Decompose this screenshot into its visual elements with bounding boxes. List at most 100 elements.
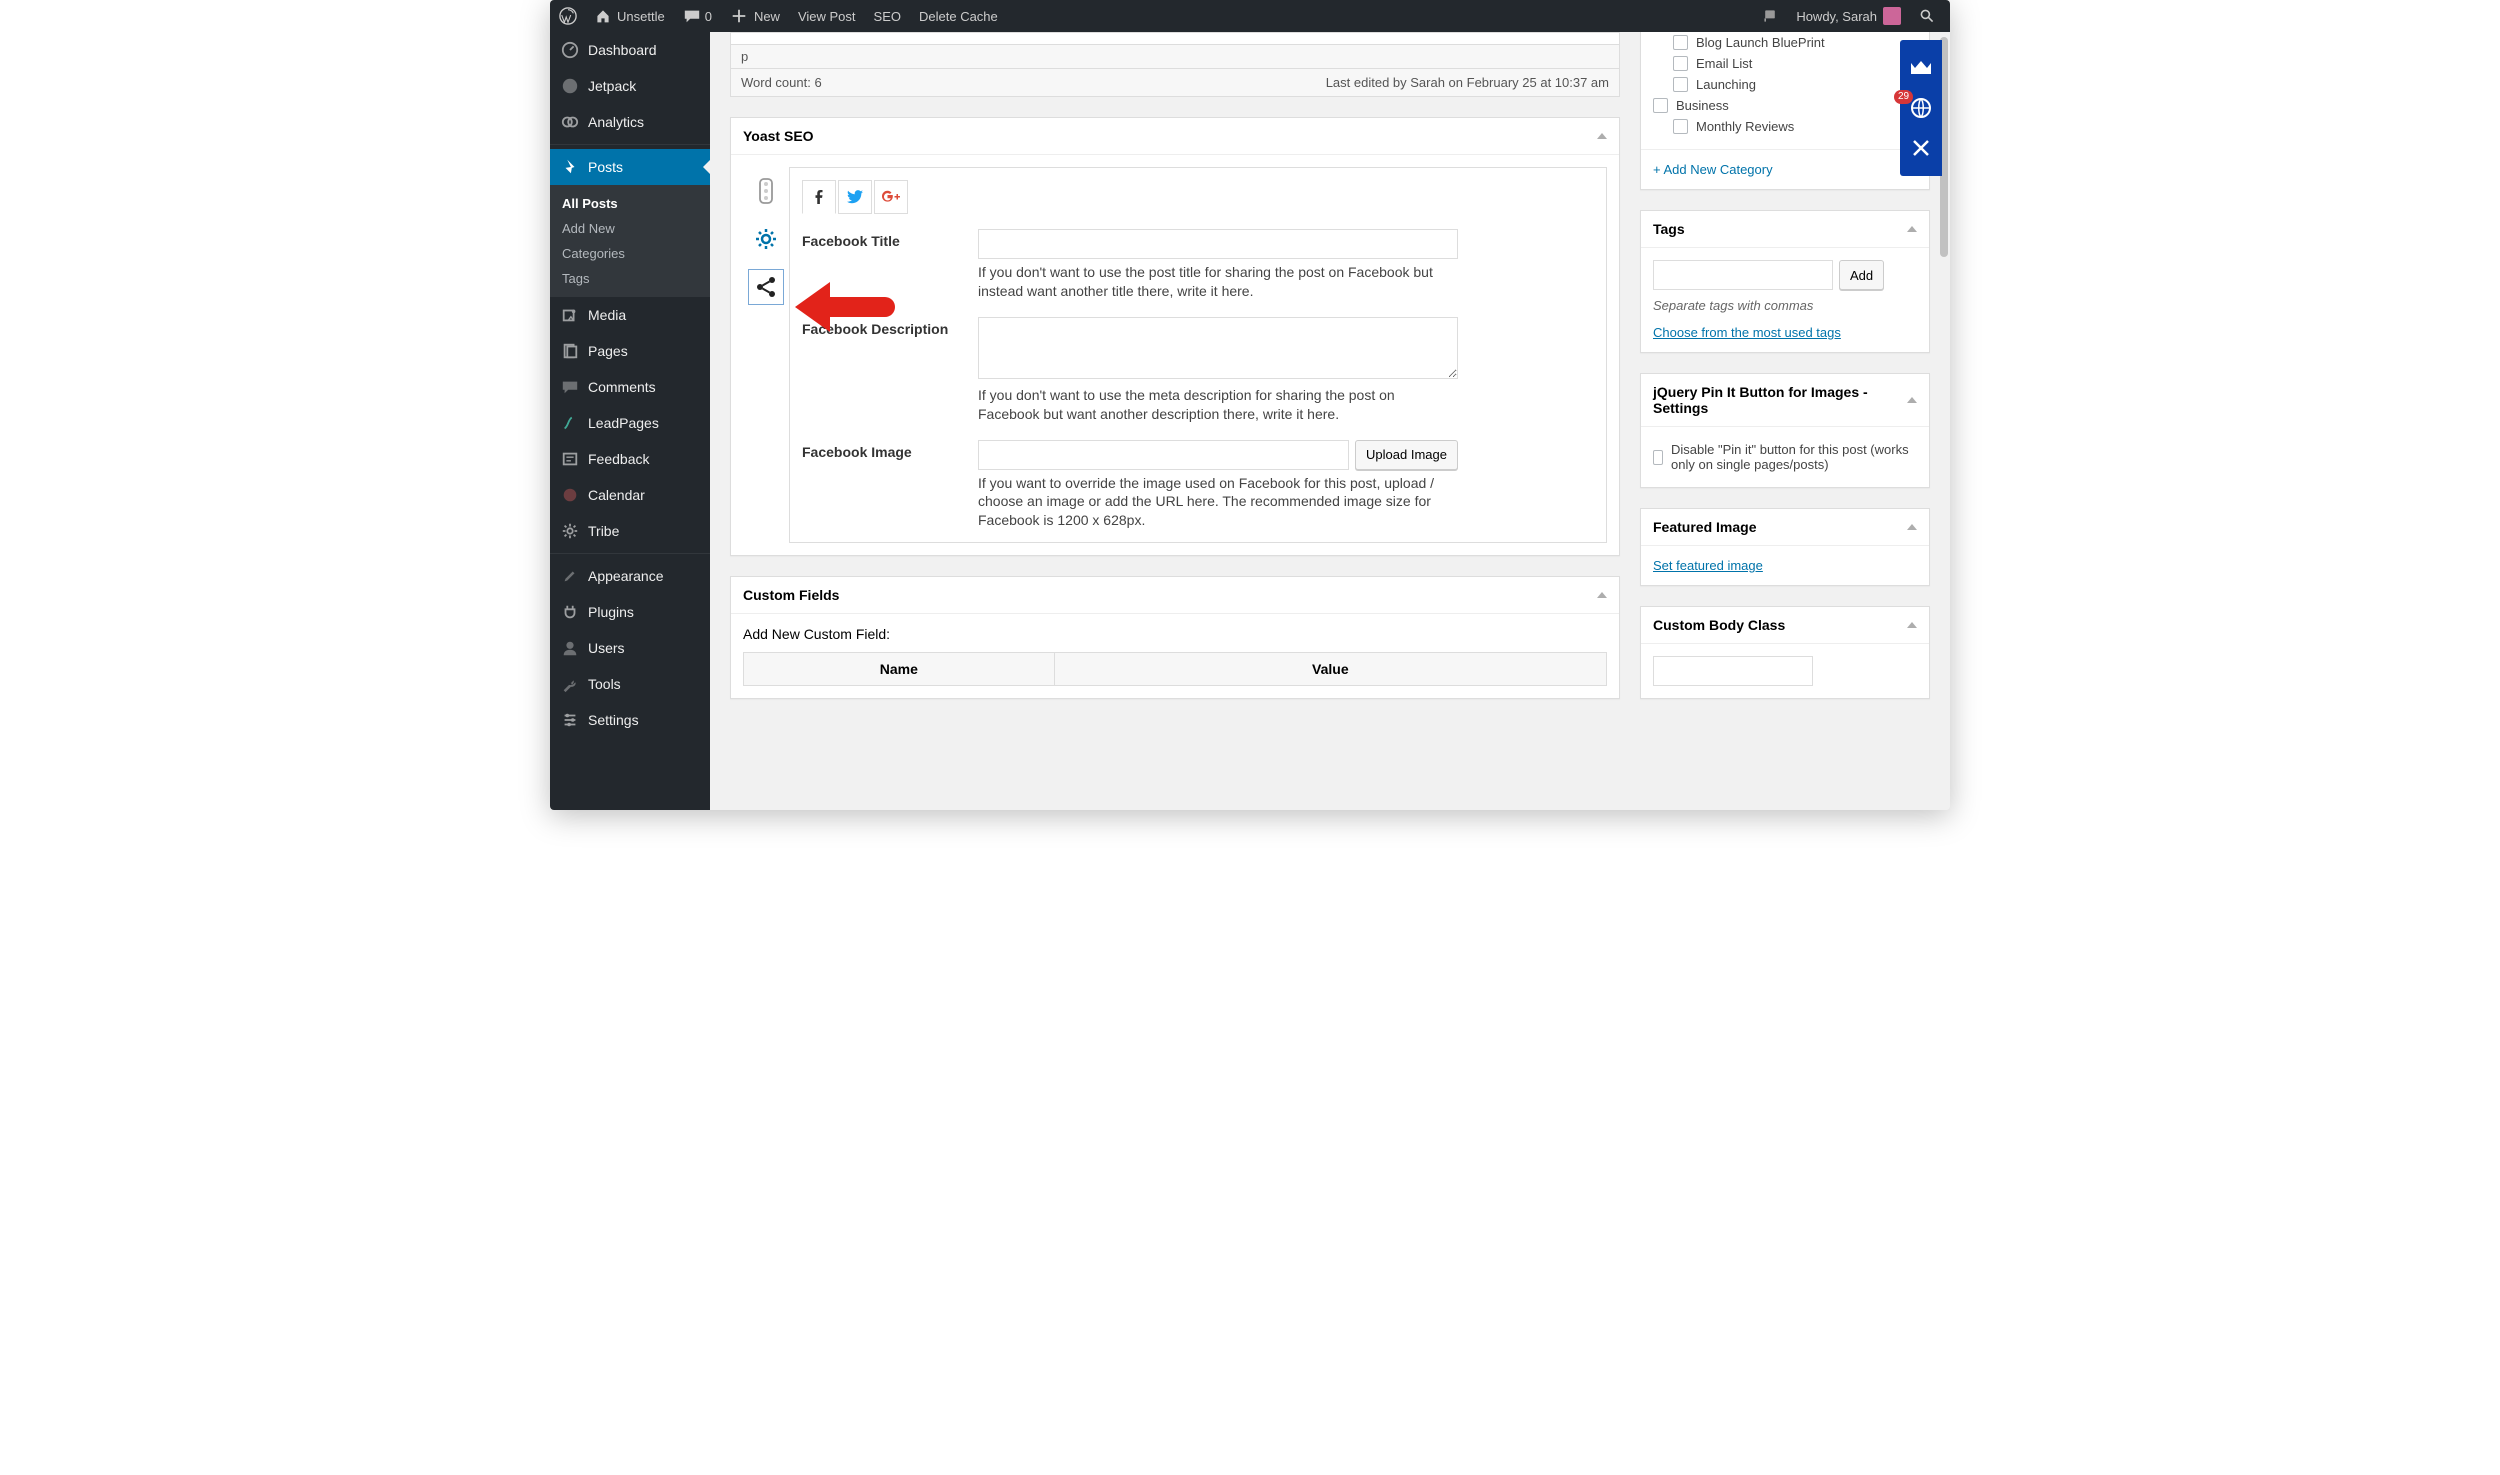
last-edited: Last edited by Sarah on February 25 at 1… [1326, 75, 1609, 90]
twitter-icon [847, 190, 863, 204]
body-class-header[interactable]: Custom Body Class [1641, 607, 1929, 644]
cf-name-header: Name [744, 653, 1055, 686]
submenu-tags[interactable]: Tags [550, 266, 710, 291]
wrench-icon [560, 674, 580, 694]
categories-box: Blog Launch BluePrint Email List Launching… [1640, 32, 1930, 190]
fb-title-hint: If you don't want to use the post title … [978, 263, 1458, 301]
menu-appearance[interactable]: Appearance [550, 558, 710, 594]
fb-desc-hint: If you don't want to use the meta descri… [978, 386, 1458, 424]
fb-image-label: Facebook Image [802, 440, 962, 531]
category-checkbox[interactable] [1673, 119, 1688, 134]
new-link[interactable]: New [721, 0, 789, 32]
tags-header[interactable]: Tags [1641, 211, 1929, 248]
toggle-icon [1597, 133, 1607, 139]
globe-icon [1910, 97, 1932, 119]
category-item[interactable]: Business [1653, 95, 1917, 116]
fb-image-input[interactable] [978, 440, 1349, 470]
analytics-icon [560, 112, 580, 132]
account-link[interactable]: Howdy, Sarah [1787, 0, 1910, 32]
category-checkbox[interactable] [1673, 35, 1688, 50]
avatar [1883, 7, 1901, 25]
tags-choose-link[interactable]: Choose from the most used tags [1653, 325, 1841, 340]
pinit-header[interactable]: jQuery Pin It Button for Images - Settin… [1641, 374, 1929, 427]
cog-icon [754, 227, 778, 251]
menu-tribe[interactable]: Tribe [550, 513, 710, 549]
submenu-categories[interactable]: Categories [550, 241, 710, 266]
custom-fields-header[interactable]: Custom Fields [731, 577, 1619, 614]
menu-comments[interactable]: Comments [550, 369, 710, 405]
category-label: Business [1676, 98, 1729, 113]
category-item[interactable]: Launching [1653, 74, 1917, 95]
category-item[interactable]: Email List [1653, 53, 1917, 74]
notifications-link[interactable] [1753, 0, 1787, 32]
home-icon [595, 8, 611, 24]
word-count: Word count: 6 [741, 75, 822, 90]
menu-analytics[interactable]: Analytics [550, 104, 710, 140]
category-item[interactable]: Monthly Reviews [1653, 116, 1917, 137]
pinit-checkbox[interactable] [1653, 450, 1663, 465]
menu-users[interactable]: Users [550, 630, 710, 666]
category-item[interactable]: Blog Launch BluePrint [1653, 32, 1917, 53]
category-checkbox[interactable] [1673, 77, 1688, 92]
pinit-checkbox-label: Disable "Pin it" button for this post (w… [1671, 442, 1917, 472]
pin-icon [560, 157, 580, 177]
comment-count: 0 [705, 9, 712, 24]
delete-cache-link[interactable]: Delete Cache [910, 0, 1007, 32]
upload-image-button[interactable]: Upload Image [1355, 440, 1458, 470]
tags-add-button[interactable]: Add [1839, 260, 1884, 290]
sumo-notifications[interactable]: 29 [1900, 88, 1942, 128]
menu-leadpages[interactable]: LeadPages [550, 405, 710, 441]
add-new-category-link[interactable]: + Add New Category [1653, 162, 1773, 177]
menu-dashboard[interactable]: Dashboard [550, 32, 710, 68]
pinit-title: jQuery Pin It Button for Images - Settin… [1653, 384, 1907, 416]
body-class-input[interactable] [1653, 656, 1813, 686]
flag-icon [1762, 8, 1778, 24]
menu-settings[interactable]: Settings [550, 702, 710, 738]
sumo-crown[interactable] [1900, 48, 1942, 88]
menu-media[interactable]: Media [550, 297, 710, 333]
social-tab-twitter[interactable] [838, 180, 872, 214]
category-checkbox[interactable] [1673, 56, 1688, 71]
seo-link[interactable]: SEO [865, 0, 910, 32]
custom-fields-title: Custom Fields [743, 587, 839, 603]
search-toggle[interactable] [1910, 0, 1944, 32]
site-name-link[interactable]: Unsettle [586, 0, 674, 32]
yoast-tab-advanced[interactable] [748, 221, 784, 257]
menu-feedback[interactable]: Feedback [550, 441, 710, 477]
featured-image-header[interactable]: Featured Image [1641, 509, 1929, 546]
menu-plugins[interactable]: Plugins [550, 594, 710, 630]
category-label: Email List [1696, 56, 1752, 71]
menu-calendar[interactable]: Calendar [550, 477, 710, 513]
sumo-close[interactable] [1900, 128, 1942, 168]
yoast-seo-header[interactable]: Yoast SEO [731, 118, 1619, 155]
facebook-icon [812, 190, 826, 204]
category-label: Launching [1696, 77, 1756, 92]
editor-path: p [730, 44, 1620, 68]
submenu-all-posts[interactable]: All Posts [550, 191, 710, 216]
social-tab-google[interactable] [874, 180, 908, 214]
user-icon [560, 638, 580, 658]
fb-desc-input[interactable] [978, 317, 1458, 379]
menu-pages[interactable]: Pages [550, 333, 710, 369]
category-checkbox[interactable] [1653, 98, 1668, 113]
fb-title-input[interactable] [978, 229, 1458, 259]
tags-input[interactable] [1653, 260, 1833, 290]
custom-fields-table: Name Value [743, 652, 1607, 686]
yoast-tab-social[interactable] [748, 269, 784, 305]
view-post-link[interactable]: View Post [789, 0, 865, 32]
yoast-tab-readability[interactable] [748, 173, 784, 209]
admin-bar: Unsettle 0 New View Post SEO Delete Cach… [550, 0, 1950, 32]
menu-jetpack[interactable]: Jetpack [550, 68, 710, 104]
set-featured-image-link[interactable]: Set featured image [1653, 558, 1763, 573]
wp-logo[interactable] [550, 0, 586, 32]
social-tab-facebook[interactable] [802, 180, 836, 214]
featured-image-box: Featured Image Set featured image [1640, 508, 1930, 586]
close-icon [1912, 139, 1930, 157]
pinit-checkbox-row[interactable]: Disable "Pin it" button for this post (w… [1653, 439, 1917, 475]
comments-link[interactable]: 0 [674, 0, 721, 32]
submenu-add-new[interactable]: Add New [550, 216, 710, 241]
yoast-side-tabs [743, 167, 789, 543]
menu-posts[interactable]: Posts [550, 149, 710, 185]
menu-tools[interactable]: Tools [550, 666, 710, 702]
cf-value-header: Value [1054, 653, 1606, 686]
